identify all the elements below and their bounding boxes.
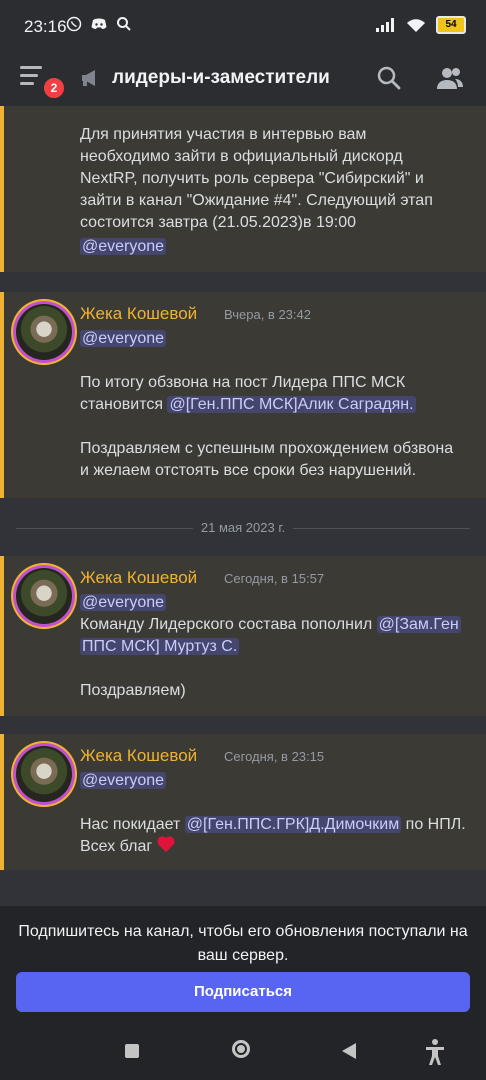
heart-emoji-icon — [157, 837, 175, 853]
message-text: по НПЛ. — [401, 816, 466, 833]
message-item[interactable]: Жека Кошевой Сегодня, в 15:57 @everyone … — [0, 556, 486, 716]
accessibility-icon[interactable] — [424, 1038, 446, 1066]
announcement-channel-icon — [82, 70, 95, 86]
message-line: и желаем отстоять все сроки без нарушени… — [80, 462, 417, 479]
everyone-mention[interactable]: @everyone — [80, 772, 167, 789]
members-icon[interactable] — [436, 65, 464, 91]
status-bar: 23:16 54 — [0, 0, 486, 52]
recents-button[interactable] — [125, 1044, 139, 1058]
message-body: Для принятия участия в интервью вам необ… — [80, 124, 472, 258]
message-line: необходимо зайти в официальный дискорд — [80, 148, 403, 165]
message-timestamp: Сегодня, в 15:57 — [224, 571, 325, 586]
subscribe-button[interactable]: Подписаться — [16, 972, 470, 1012]
back-button[interactable] — [342, 1043, 356, 1059]
message-continuation[interactable]: Для принятия участия в интервью вам необ… — [0, 106, 486, 272]
system-nav-bar — [0, 1030, 486, 1080]
message-body: @everyone По итогу обзвона на пост Лидер… — [80, 328, 472, 482]
user-mention[interactable]: ППС МСК] Муртуз С. — [80, 638, 240, 655]
wifi-icon — [407, 18, 425, 32]
author-name[interactable]: Жека Кошевой — [80, 746, 197, 766]
message-line: NextRP, получить роль сервера "Сибирский… — [80, 170, 424, 187]
channel-title: лидеры-и-заместители — [112, 67, 330, 88]
author-avatar[interactable] — [16, 304, 72, 360]
status-system-icons: 54 — [376, 16, 466, 34]
message-text: Нас покидает — [80, 816, 185, 833]
message-text: Всех благ — [80, 838, 157, 855]
message-text: становится — [80, 396, 168, 413]
message-timestamp: Вчера, в 23:42 — [224, 307, 311, 322]
date-divider-label: 21 мая 2023 г. — [192, 520, 294, 535]
author-name[interactable]: Жека Кошевой — [80, 568, 197, 588]
author-avatar[interactable] — [16, 746, 72, 802]
author-name[interactable]: Жека Кошевой — [80, 304, 197, 324]
user-mention[interactable]: @[Ген.ППС.ГРК]Д.Димочким — [184, 816, 402, 833]
message-line: Поздравляем) — [80, 682, 186, 699]
home-button[interactable] — [232, 1040, 250, 1058]
message-text: Команду Лидерского состава пополнил — [80, 616, 377, 633]
user-mention[interactable]: @[Зам.Ген — [376, 616, 461, 633]
whatsapp-icon — [66, 16, 82, 32]
everyone-mention[interactable]: @everyone — [80, 594, 167, 611]
search-notification-icon — [117, 17, 131, 31]
message-feed[interactable]: Для принятия участия в интервью вам необ… — [0, 106, 486, 906]
message-line: Для принятия участия в интервью вам — [80, 126, 367, 143]
discord-icon — [91, 18, 107, 29]
message-body: @everyone Команду Лидерского состава поп… — [80, 592, 472, 702]
channel-header: 2 лидеры-и-заместители — [0, 52, 486, 106]
status-time: 23:16 — [24, 17, 67, 36]
follow-channel-text: Подпишитесь на канал, чтобы его обновлен… — [18, 923, 468, 964]
status-notification-icons — [66, 16, 132, 32]
message-line: состоится завтра (21.05.2023)в 19:00 — [80, 214, 356, 231]
battery-icon: 54 — [436, 16, 466, 34]
message-line: По итогу обзвона на пост Лидера ППС МСК — [80, 374, 406, 391]
date-divider: 21 мая 2023 г. — [16, 518, 470, 538]
user-mention[interactable]: @[Ген.ППС МСК]Алик Саградян. — [167, 396, 416, 413]
signal-icon — [376, 18, 394, 32]
author-avatar[interactable] — [16, 568, 72, 624]
message-timestamp: Сегодня, в 23:15 — [224, 749, 325, 764]
message-line: Поздравляем с успешным прохождением обзв… — [80, 440, 454, 457]
message-body: @everyone Нас покидает @[Ген.ППС.ГРК]Д.Д… — [80, 770, 472, 858]
follow-channel-panel: Подпишитесь на канал, чтобы его обновлен… — [0, 906, 486, 1030]
unread-badge: 2 — [42, 76, 66, 100]
everyone-mention[interactable]: @everyone — [80, 330, 167, 347]
message-line: зайти в канал "Ожидание #4". Следующий э… — [80, 192, 433, 209]
message-item[interactable]: Жека Кошевой Вчера, в 23:42 @everyone По… — [0, 292, 486, 498]
message-item[interactable]: Жека Кошевой Сегодня, в 23:15 @everyone … — [0, 734, 486, 870]
everyone-mention[interactable]: @everyone — [80, 238, 167, 255]
search-icon[interactable] — [376, 65, 402, 91]
